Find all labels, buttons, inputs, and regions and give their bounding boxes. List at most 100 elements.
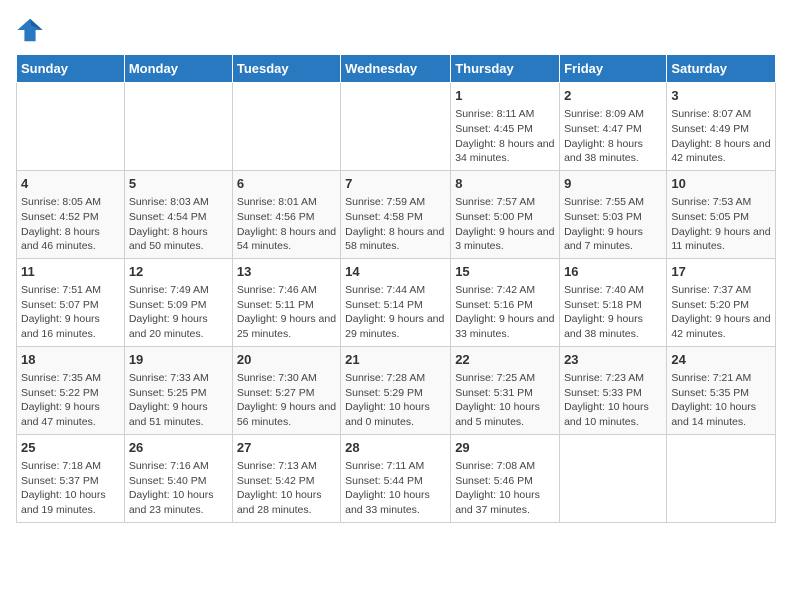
calendar-cell: 9 Sunrise: 7:55 AM Sunset: 5:03 PM Daylig…: [560, 170, 667, 258]
week-row-4: 18 Sunrise: 7:35 AM Sunset: 5:22 PM Dayli…: [17, 346, 776, 434]
weekday-header-friday: Friday: [560, 55, 667, 83]
logo: [16, 16, 48, 44]
day-number: 6: [237, 175, 336, 193]
calendar-cell: 25 Sunrise: 7:18 AM Sunset: 5:37 PM Dayli…: [17, 434, 125, 522]
day-number: 8: [455, 175, 555, 193]
calendar-table: SundayMondayTuesdayWednesdayThursdayFrid…: [16, 54, 776, 523]
calendar-cell: [341, 83, 451, 171]
calendar-cell: 22Sunrise: 7:25 AM Sunset: 5:31 PM Dayli…: [451, 346, 560, 434]
calendar-cell: 16 Sunrise: 7:40 AM Sunset: 5:18 PM Dayli…: [560, 258, 667, 346]
calendar-cell: [124, 83, 232, 171]
weekday-header-tuesday: Tuesday: [232, 55, 340, 83]
day-number: 29: [455, 439, 555, 457]
day-content: Sunrise: 7:53 AM Sunset: 5:05 PM Dayligh…: [671, 195, 771, 254]
day-content: Sunrise: 7:51 AM Sunset: 5:07 PM Dayligh…: [21, 283, 120, 342]
week-row-1: 1 Sunrise: 8:11 AM Sunset: 4:45 PM Daylig…: [17, 83, 776, 171]
day-content: Sunrise: 7:35 AM Sunset: 5:22 PM Dayligh…: [21, 371, 120, 430]
day-number: 5: [129, 175, 228, 193]
calendar-cell: [560, 434, 667, 522]
day-number: 26: [129, 439, 228, 457]
day-content: Sunrise: 8:11 AM Sunset: 4:45 PM Dayligh…: [455, 107, 555, 166]
week-row-3: 11 Sunrise: 7:51 AM Sunset: 5:07 PM Dayli…: [17, 258, 776, 346]
calendar-cell: 19 Sunrise: 7:33 AM Sunset: 5:25 PM Dayli…: [124, 346, 232, 434]
day-number: 2: [564, 87, 662, 105]
day-number: 4: [21, 175, 120, 193]
day-number: 25: [21, 439, 120, 457]
day-content: Sunrise: 7:23 AM Sunset: 5:33 PM Dayligh…: [564, 371, 662, 430]
calendar-cell: 21Sunrise: 7:28 AM Sunset: 5:29 PM Dayli…: [341, 346, 451, 434]
calendar-cell: 5 Sunrise: 8:03 AM Sunset: 4:54 PM Daylig…: [124, 170, 232, 258]
calendar-cell: [667, 434, 776, 522]
day-number: 14: [345, 263, 446, 281]
day-number: 20: [237, 351, 336, 369]
weekday-header-sunday: Sunday: [17, 55, 125, 83]
day-content: Sunrise: 7:18 AM Sunset: 5:37 PM Dayligh…: [21, 459, 120, 518]
weekday-header-monday: Monday: [124, 55, 232, 83]
weekday-header-thursday: Thursday: [451, 55, 560, 83]
calendar-cell: [232, 83, 340, 171]
week-row-5: 25 Sunrise: 7:18 AM Sunset: 5:37 PM Dayli…: [17, 434, 776, 522]
calendar-cell: 8 Sunrise: 7:57 AM Sunset: 5:00 PM Daylig…: [451, 170, 560, 258]
day-number: 23: [564, 351, 662, 369]
calendar-cell: 10 Sunrise: 7:53 AM Sunset: 5:05 PM Dayli…: [667, 170, 776, 258]
calendar-cell: 7 Sunrise: 7:59 AM Sunset: 4:58 PM Daylig…: [341, 170, 451, 258]
day-content: Sunrise: 8:05 AM Sunset: 4:52 PM Dayligh…: [21, 195, 120, 254]
weekday-header-saturday: Saturday: [667, 55, 776, 83]
day-number: 16: [564, 263, 662, 281]
calendar-cell: 23 Sunrise: 7:23 AM Sunset: 5:33 PM Dayli…: [560, 346, 667, 434]
weekday-header-row: SundayMondayTuesdayWednesdayThursdayFrid…: [17, 55, 776, 83]
day-number: 10: [671, 175, 771, 193]
calendar-cell: 11 Sunrise: 7:51 AM Sunset: 5:07 PM Dayli…: [17, 258, 125, 346]
calendar-cell: 18 Sunrise: 7:35 AM Sunset: 5:22 PM Dayli…: [17, 346, 125, 434]
day-number: 28: [345, 439, 446, 457]
day-content: Sunrise: 7:37 AM Sunset: 5:20 PM Dayligh…: [671, 283, 771, 342]
day-number: 9: [564, 175, 662, 193]
calendar-cell: 12Sunrise: 7:49 AM Sunset: 5:09 PM Dayli…: [124, 258, 232, 346]
calendar-cell: 15 Sunrise: 7:42 AM Sunset: 5:16 PM Dayli…: [451, 258, 560, 346]
day-content: Sunrise: 7:42 AM Sunset: 5:16 PM Dayligh…: [455, 283, 555, 342]
day-content: Sunrise: 7:30 AM Sunset: 5:27 PM Dayligh…: [237, 371, 336, 430]
day-content: Sunrise: 8:03 AM Sunset: 4:54 PM Dayligh…: [129, 195, 228, 254]
calendar-cell: 3Sunrise: 8:07 AM Sunset: 4:49 PM Daylig…: [667, 83, 776, 171]
day-number: 18: [21, 351, 120, 369]
calendar-cell: 20 Sunrise: 7:30 AM Sunset: 5:27 PM Dayli…: [232, 346, 340, 434]
day-content: Sunrise: 8:09 AM Sunset: 4:47 PM Dayligh…: [564, 107, 662, 166]
header: [16, 16, 776, 44]
calendar-cell: 14 Sunrise: 7:44 AM Sunset: 5:14 PM Dayli…: [341, 258, 451, 346]
day-content: Sunrise: 7:13 AM Sunset: 5:42 PM Dayligh…: [237, 459, 336, 518]
day-number: 19: [129, 351, 228, 369]
calendar-cell: 2 Sunrise: 8:09 AM Sunset: 4:47 PM Daylig…: [560, 83, 667, 171]
day-number: 12: [129, 263, 228, 281]
day-number: 3: [671, 87, 771, 105]
day-content: Sunrise: 7:40 AM Sunset: 5:18 PM Dayligh…: [564, 283, 662, 342]
day-number: 7: [345, 175, 446, 193]
day-number: 22: [455, 351, 555, 369]
day-number: 1: [455, 87, 555, 105]
day-number: 24: [671, 351, 771, 369]
day-content: Sunrise: 7:57 AM Sunset: 5:00 PM Dayligh…: [455, 195, 555, 254]
calendar-cell: 4 Sunrise: 8:05 AM Sunset: 4:52 PM Daylig…: [17, 170, 125, 258]
day-content: Sunrise: 7:44 AM Sunset: 5:14 PM Dayligh…: [345, 283, 446, 342]
day-content: Sunrise: 7:08 AM Sunset: 5:46 PM Dayligh…: [455, 459, 555, 518]
day-number: 11: [21, 263, 120, 281]
calendar-cell: 28 Sunrise: 7:11 AM Sunset: 5:44 PM Dayli…: [341, 434, 451, 522]
calendar-cell: 27 Sunrise: 7:13 AM Sunset: 5:42 PM Dayli…: [232, 434, 340, 522]
calendar-cell: 1 Sunrise: 8:11 AM Sunset: 4:45 PM Daylig…: [451, 83, 560, 171]
calendar-cell: 26 Sunrise: 7:16 AM Sunset: 5:40 PM Dayli…: [124, 434, 232, 522]
day-content: Sunrise: 7:11 AM Sunset: 5:44 PM Dayligh…: [345, 459, 446, 518]
calendar-cell: 29 Sunrise: 7:08 AM Sunset: 5:46 PM Dayli…: [451, 434, 560, 522]
day-content: Sunrise: 7:55 AM Sunset: 5:03 PM Dayligh…: [564, 195, 662, 254]
day-number: 15: [455, 263, 555, 281]
day-number: 21: [345, 351, 446, 369]
calendar-cell: [17, 83, 125, 171]
week-row-2: 4 Sunrise: 8:05 AM Sunset: 4:52 PM Daylig…: [17, 170, 776, 258]
day-content: Sunrise: 7:59 AM Sunset: 4:58 PM Dayligh…: [345, 195, 446, 254]
day-content: Sunrise: 7:46 AM Sunset: 5:11 PM Dayligh…: [237, 283, 336, 342]
day-number: 27: [237, 439, 336, 457]
day-content: Sunrise: 7:16 AM Sunset: 5:40 PM Dayligh…: [129, 459, 228, 518]
calendar-cell: 6 Sunrise: 8:01 AM Sunset: 4:56 PM Daylig…: [232, 170, 340, 258]
day-content: Sunrise: 8:01 AM Sunset: 4:56 PM Dayligh…: [237, 195, 336, 254]
calendar-cell: 17Sunrise: 7:37 AM Sunset: 5:20 PM Dayli…: [667, 258, 776, 346]
day-content: Sunrise: 7:33 AM Sunset: 5:25 PM Dayligh…: [129, 371, 228, 430]
logo-bird-icon: [16, 16, 44, 44]
